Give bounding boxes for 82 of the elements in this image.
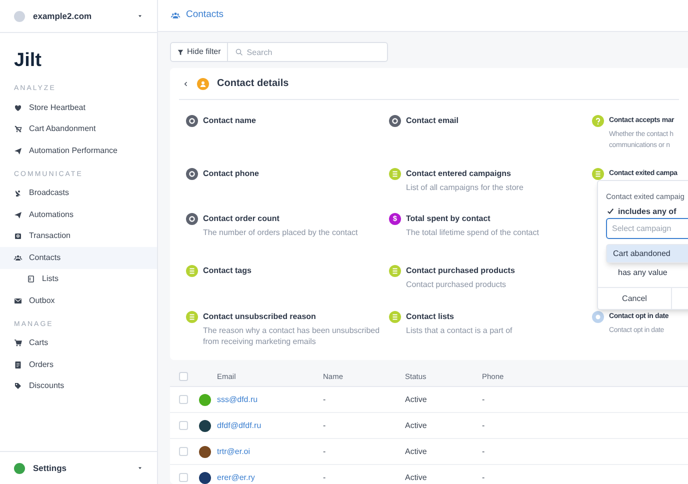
table-cell: Active bbox=[405, 472, 427, 484]
settings-avatar bbox=[14, 462, 25, 474]
field-title: Contact tags bbox=[203, 266, 252, 276]
table-cell: - bbox=[482, 446, 485, 458]
field-description: Contact purchased products bbox=[406, 279, 508, 290]
row-checkbox[interactable] bbox=[179, 473, 188, 482]
settings-menu[interactable]: Settings bbox=[33, 462, 129, 474]
sidebar-item[interactable]: Orders bbox=[0, 354, 157, 376]
satellite-dish-icon bbox=[14, 189, 22, 198]
table-cell: - bbox=[482, 394, 485, 406]
email-link[interactable]: sss@dfd.ru bbox=[217, 394, 258, 406]
search-icon bbox=[234, 48, 243, 56]
filter-option[interactable]: has any value bbox=[607, 267, 668, 278]
table-cell: Active bbox=[405, 446, 427, 458]
email-link[interactable]: erer@er.ry bbox=[217, 472, 255, 484]
campaign-select-field[interactable]: Select campaign bbox=[606, 218, 688, 239]
people-icon bbox=[14, 254, 22, 262]
caret-icon bbox=[137, 13, 143, 19]
list-icon bbox=[27, 275, 35, 284]
table-cell: Active bbox=[405, 394, 427, 406]
sidebar-item[interactable]: Cart Abandonment bbox=[0, 118, 157, 140]
paper-plane-icon bbox=[14, 146, 22, 155]
filter-icon bbox=[177, 48, 184, 56]
row-checkbox[interactable] bbox=[179, 447, 188, 456]
panel-title: Contact details bbox=[217, 77, 289, 91]
table-cell: - bbox=[482, 472, 485, 484]
field-description: The reason why a contact has been unsubscribed from receiving marketing emails bbox=[203, 325, 380, 347]
field-title: Contact email bbox=[406, 116, 458, 126]
filter-option[interactable]: includes any of bbox=[607, 206, 676, 217]
cart-icon bbox=[14, 339, 22, 348]
sidebar-item[interactable]: Broadcasts bbox=[0, 182, 157, 204]
field-description: The number of orders placed by the contact bbox=[203, 227, 358, 238]
logo: Jilt bbox=[13, 51, 42, 70]
table-cell: - bbox=[323, 420, 326, 432]
document-icon bbox=[14, 360, 22, 369]
tag-icon bbox=[14, 382, 22, 390]
field-title: Contact unsubscribed reason bbox=[203, 312, 317, 322]
sidebar-item[interactable]: Automations bbox=[0, 204, 157, 226]
search-field[interactable]: Search bbox=[228, 42, 388, 62]
sidebar-item[interactable]: Transaction bbox=[0, 226, 157, 247]
paper-plane-icon bbox=[14, 210, 22, 219]
cancel-button[interactable]: Cancel bbox=[598, 288, 672, 309]
envelope-icon bbox=[14, 296, 22, 305]
hide-filter-button[interactable]: Hide filter bbox=[170, 42, 228, 62]
field-description: List of all campaigns for the store bbox=[406, 182, 524, 193]
sidebar-item[interactable]: Store Heartbeat bbox=[0, 97, 157, 118]
back-chevron-icon bbox=[183, 80, 189, 86]
caret-icon bbox=[137, 465, 143, 471]
row-checkbox[interactable] bbox=[179, 421, 188, 430]
table-cell: - bbox=[323, 446, 326, 458]
field-title: Contact order count bbox=[203, 214, 280, 224]
field-title: Contact purchased products bbox=[406, 266, 515, 276]
table-cell: - bbox=[323, 472, 326, 484]
row-checkbox[interactable] bbox=[179, 395, 188, 404]
inbox-icon bbox=[14, 232, 22, 240]
field-title: Contact lists bbox=[406, 312, 456, 322]
select-all-checkbox[interactable] bbox=[179, 372, 188, 381]
email-link[interactable]: dfdf@dfdf.ru bbox=[217, 420, 262, 432]
field-description: Lists that a contact is a part of bbox=[406, 325, 512, 336]
heart-icon bbox=[14, 104, 22, 112]
field-description: The total lifetime spend of the contact bbox=[406, 227, 539, 238]
table-cell: Active bbox=[405, 420, 427, 432]
sidebar-item[interactable]: Discounts bbox=[0, 376, 157, 397]
field-title: Total spent by contact bbox=[406, 214, 492, 224]
table-cell: - bbox=[482, 420, 485, 432]
suggestion-option[interactable]: Cart abandoned bbox=[607, 245, 688, 262]
sidebar-item[interactable]: Automation Performance bbox=[0, 140, 157, 162]
field-title: Contact name bbox=[203, 116, 256, 126]
email-link[interactable]: trtr@er.oi bbox=[217, 446, 250, 458]
sidebar-item[interactable]: Outbox bbox=[0, 290, 157, 312]
person-icon bbox=[197, 78, 209, 90]
table-cell: - bbox=[323, 394, 326, 406]
account-avatar bbox=[14, 10, 25, 22]
field-title: Contact entered campaigns bbox=[406, 169, 512, 179]
page-title: Contacts bbox=[186, 8, 224, 22]
account-name[interactable]: example2.com bbox=[33, 10, 129, 22]
sidebar-item[interactable]: Carts bbox=[0, 332, 157, 354]
sidebar-item[interactable]: Lists bbox=[0, 268, 157, 290]
sidebar-item[interactable]: Contacts bbox=[0, 247, 157, 268]
people-icon bbox=[171, 11, 180, 20]
cart-crossed-icon bbox=[14, 125, 22, 134]
field-title: Contact phone bbox=[203, 169, 259, 179]
